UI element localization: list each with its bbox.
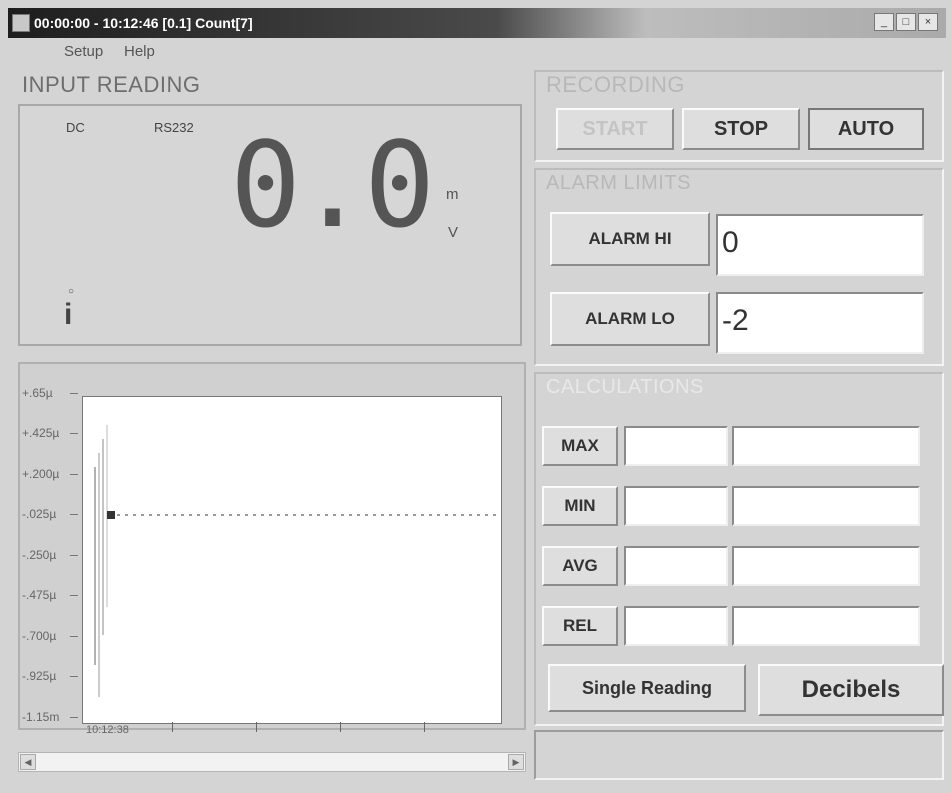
stop-button[interactable]: STOP (682, 108, 800, 150)
alarm-hi-button[interactable]: ALARM HI (550, 212, 710, 266)
window-title: 00:00:00 - 10:12:46 [0.1] Count[7] (34, 15, 253, 31)
single-reading-button[interactable]: Single Reading (548, 664, 746, 712)
x-tick (340, 722, 341, 732)
scroll-right-arrow-icon[interactable]: ▶ (508, 754, 524, 770)
x-axis-label: 10:12:38 (86, 724, 129, 736)
y-tick: +.425µ (22, 426, 80, 440)
y-tick: -.250µ (22, 548, 80, 562)
min-value-field[interactable] (624, 486, 728, 526)
status-bar (534, 730, 944, 780)
max-button[interactable]: MAX (542, 426, 618, 466)
graph-panel: +.65µ +.425µ +.200µ -.025µ -.250µ -.475µ… (18, 362, 526, 736)
y-tick: -.025µ (22, 507, 80, 521)
x-tick (256, 722, 257, 732)
unit-prefix: m (446, 186, 459, 203)
y-tick: +.200µ (22, 467, 80, 481)
minimize-button[interactable]: _ (874, 13, 894, 31)
scroll-left-arrow-icon[interactable]: ◀ (20, 754, 36, 770)
unit-label: V (448, 224, 459, 241)
avg-count-field[interactable] (732, 546, 920, 586)
alarm-hi-field[interactable]: 0 (716, 214, 924, 276)
app-icon[interactable] (12, 14, 30, 32)
dc-indicator: DC (66, 120, 85, 135)
avg-value-field[interactable] (624, 546, 728, 586)
y-tick: -.700µ (22, 629, 80, 643)
current-point-marker (107, 511, 115, 519)
graph-plot-area (82, 396, 502, 724)
title-bar: 00:00:00 - 10:12:46 [0.1] Count[7] _ □ × (8, 8, 946, 38)
rel-value-field[interactable] (624, 606, 728, 646)
x-tick (172, 722, 173, 732)
menu-bar: Setup Help (8, 40, 946, 64)
alarm-lo-field[interactable]: -2 (716, 292, 924, 354)
min-time-field[interactable] (732, 486, 920, 526)
graph-trace (94, 425, 501, 697)
menu-setup[interactable]: Setup (64, 43, 103, 60)
max-value-field[interactable] (624, 426, 728, 466)
app-window: 00:00:00 - 10:12:46 [0.1] Count[7] _ □ ×… (0, 0, 951, 793)
hold-indicator: i (64, 298, 73, 331)
x-tick (424, 722, 425, 732)
y-tick: -.925µ (22, 669, 80, 683)
decibels-button[interactable]: Decibels (758, 664, 944, 716)
reading-display: DC RS232 ○ i 0.0 m V (18, 104, 522, 346)
recording-title: RECORDING (546, 72, 685, 97)
close-button[interactable]: × (918, 13, 938, 31)
small-indicator: ○ (68, 286, 75, 297)
start-button[interactable]: START (556, 108, 674, 150)
avg-button[interactable]: AVG (542, 546, 618, 586)
reading-value: 0.0 (230, 116, 435, 254)
y-tick: +.65µ (22, 386, 80, 400)
input-reading-title: INPUT READING (22, 72, 201, 97)
alarm-limits-title: ALARM LIMITS (546, 172, 691, 194)
min-button[interactable]: MIN (542, 486, 618, 526)
y-tick: -1.15m (22, 710, 80, 724)
maximize-button[interactable]: □ (896, 13, 916, 31)
rel-button[interactable]: REL (542, 606, 618, 646)
alarm-lo-button[interactable]: ALARM LO (550, 292, 710, 346)
calculations-title: CALCULATIONS (546, 376, 704, 398)
menu-help[interactable]: Help (124, 43, 155, 60)
auto-button[interactable]: AUTO (808, 108, 924, 150)
rs232-indicator: RS232 (154, 120, 194, 135)
y-tick: -.475µ (22, 588, 80, 602)
rel-offset-field[interactable] (732, 606, 920, 646)
graph-scrollbar[interactable]: ◀ ▶ (18, 752, 526, 772)
max-time-field[interactable] (732, 426, 920, 466)
